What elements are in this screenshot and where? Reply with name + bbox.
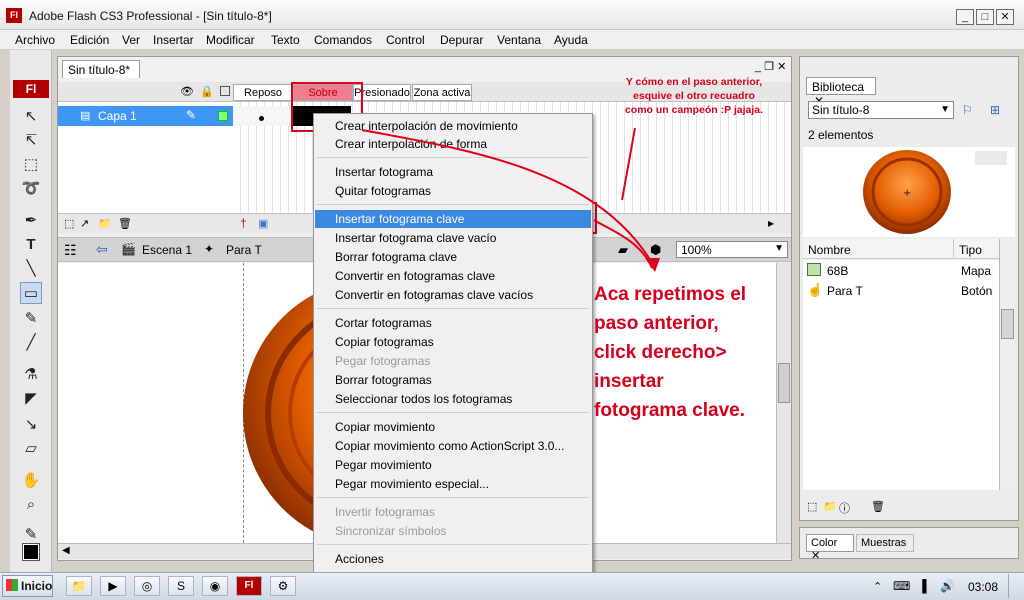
firefox-taskbar-icon[interactable]: ◉: [202, 576, 228, 596]
main-note-line: Aca repetimos el: [594, 284, 747, 305]
annotation-arrows: [361, 127, 660, 272]
skype-taskbar-icon[interactable]: S: [168, 576, 194, 596]
chrome-taskbar-icon[interactable]: ◎: [134, 576, 160, 596]
flash-taskbar-icon[interactable]: Fl: [236, 576, 262, 596]
explorer-taskbar-icon[interactable]: 📁: [66, 576, 92, 596]
clock[interactable]: 03:08: [968, 580, 998, 594]
top-annotation-note: Y cómo en el paso anterior, esquive el o…: [614, 75, 774, 117]
arrow-curve: [361, 129, 656, 269]
main-note-line: click derecho>: [594, 342, 727, 363]
main-note-line: fotograma clave.: [594, 400, 745, 421]
tray-keyboard-icon[interactable]: ⌨: [893, 579, 910, 593]
tray-expand-icon[interactable]: ⌃: [873, 580, 882, 593]
media-player-taskbar-icon[interactable]: ▶: [100, 576, 126, 596]
top-note-line: como un campeón :P jajaja.: [624, 104, 764, 116]
main-note-line: insertar: [594, 371, 664, 392]
windows-logo-icon: [6, 579, 18, 591]
tray-volume-icon[interactable]: 🔊: [940, 579, 955, 593]
arrow-top-note: [621, 127, 636, 201]
main-note-line: paso anterior,: [594, 313, 719, 334]
main-annotation-note: Aca repetimos el paso anterior, click de…: [594, 280, 746, 425]
arrow-head: [645, 258, 660, 272]
top-note-line: Y cómo en el paso anterior,: [625, 76, 763, 88]
app-taskbar-icon[interactable]: ⚙: [270, 576, 296, 596]
start-label: Inicio: [21, 579, 53, 593]
tray-network-icon[interactable]: ▐: [918, 579, 927, 593]
start-button[interactable]: Inicio: [2, 575, 53, 597]
show-desktop-button[interactable]: [1008, 574, 1020, 598]
top-note-line: esquive el otro recuadro: [633, 90, 755, 102]
